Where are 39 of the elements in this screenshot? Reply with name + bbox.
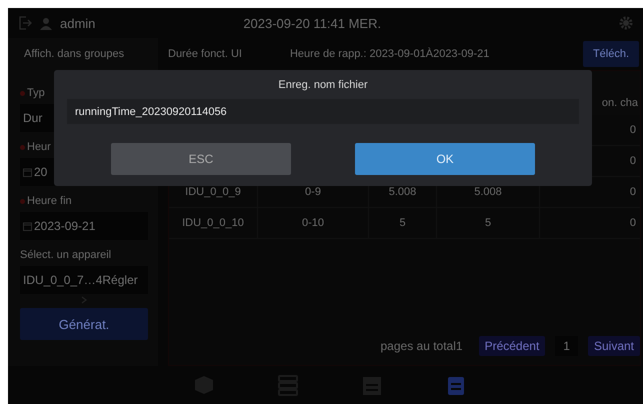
table-cell: 0 (630, 155, 636, 167)
field-label: Heur (27, 141, 51, 153)
table-cell: IDU_0_0_9 (185, 186, 241, 198)
table-cell: 5 (399, 217, 406, 229)
field-label: Heure fin (27, 195, 72, 207)
calendar-icon (23, 168, 32, 176)
date-field[interactable]: 2023-09-21 (20, 212, 148, 240)
table-cell: 0 (630, 217, 636, 229)
user-icon (40, 16, 52, 30)
previous-button[interactable]: Précédent (478, 336, 546, 356)
table-cell: IDU_0_0_10 (182, 217, 244, 229)
field-label: Typ (27, 87, 45, 99)
date-time: 2023-09-20 11:41 MER. (242, 16, 382, 30)
table-cell: 0 (630, 124, 636, 136)
field-label: Sélect. un appareil (20, 249, 112, 261)
table-cell: 5 (484, 217, 492, 229)
dialog-title: Enreg. nom fichier (278, 79, 368, 91)
group-view-tab[interactable]: Affich. dans groupes (8, 38, 158, 70)
column-header: on. cha (602, 97, 638, 109)
page-number: 1 (555, 336, 578, 356)
report-period: Heure de rapp.: 2023-09-01À2023-09-21 (290, 48, 490, 60)
logout-icon[interactable] (18, 16, 32, 30)
settings-icon[interactable] (619, 16, 633, 30)
table-cell: 5.008 (474, 186, 502, 198)
file-name-field[interactable]: runningTime_20230920114056 (67, 99, 579, 124)
username: admin (60, 16, 96, 30)
next-button[interactable]: Suivant (588, 336, 640, 356)
device-field[interactable]: IDU_0_0_7…4Régler (20, 266, 148, 294)
table-cell: 0 (630, 186, 636, 198)
table-cell: 5.008 (388, 186, 416, 198)
report-title: Durée fonct. UI (168, 48, 242, 60)
table-cell: 0-9 (305, 186, 321, 198)
clipboard-nav-button[interactable] (445, 374, 467, 396)
ok-button[interactable]: OK (355, 143, 535, 175)
table-cell: 0-10 (302, 217, 324, 229)
generate-button[interactable]: Générat. (20, 308, 148, 340)
cancel-button[interactable]: ESC (111, 143, 291, 175)
download-button[interactable]: Téléch. (583, 41, 639, 67)
calendar-icon (23, 222, 32, 230)
